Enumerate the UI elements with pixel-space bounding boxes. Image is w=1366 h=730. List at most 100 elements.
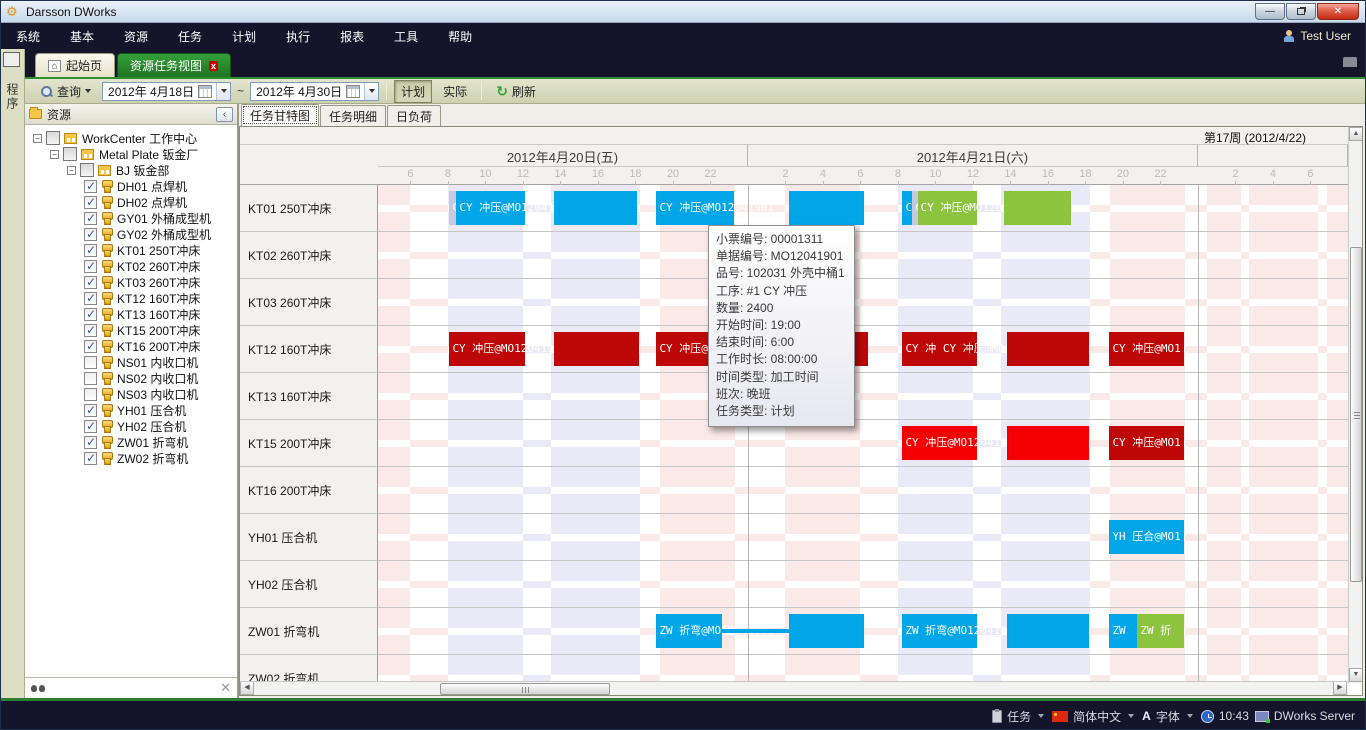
task-bar[interactable]: CY 冲 CY 冲压@MO12041904: [902, 332, 977, 366]
task-bar[interactable]: [1007, 614, 1090, 648]
tree-item[interactable]: −WorkCenter 工作中心: [25, 130, 237, 146]
tree-item[interactable]: DH01 点焊机: [25, 178, 237, 194]
tree-item[interactable]: KT16 200T冲床: [25, 338, 237, 354]
vertical-scrollbar[interactable]: ▲ ▼: [1348, 127, 1362, 683]
menu-item-工具[interactable]: 工具: [379, 30, 433, 44]
view-tab-任务甘特图[interactable]: 任务甘特图: [241, 104, 319, 126]
tree-item[interactable]: KT03 260T冲床: [25, 274, 237, 290]
resource-checkbox[interactable]: [84, 308, 97, 321]
tree-item[interactable]: GY02 外桶成型机: [25, 226, 237, 242]
node-checkbox[interactable]: [63, 147, 77, 161]
task-bar[interactable]: CY 冲压@MO1: [1109, 332, 1184, 366]
scroll-right-icon[interactable]: ▶: [1333, 682, 1347, 695]
horizontal-scroll-thumb[interactable]: [440, 683, 610, 695]
tab-close-icon[interactable]: x: [209, 61, 218, 71]
task-bar[interactable]: ZW 折弯@MO12041901: [656, 614, 722, 648]
resource-row-label[interactable]: KT15 200T冲床: [240, 420, 378, 467]
tree-item[interactable]: DH02 点焊机: [25, 194, 237, 210]
date-to-field[interactable]: 2012年 4月30日: [250, 82, 379, 101]
tab-resource-task-view[interactable]: 资源任务视图 x: [117, 53, 231, 77]
tree-item[interactable]: KT13 160T冲床: [25, 306, 237, 322]
resource-checkbox[interactable]: [84, 388, 97, 401]
task-bar[interactable]: CY 冲压@MO12041902: [918, 191, 977, 225]
view-tab-日负荷[interactable]: 日负荷: [387, 105, 441, 126]
resource-checkbox[interactable]: [84, 292, 97, 305]
horizontal-scrollbar[interactable]: ◀ ▶: [240, 681, 1348, 695]
resource-checkbox[interactable]: [84, 180, 97, 193]
calendar-icon[interactable]: [346, 85, 360, 98]
task-bar[interactable]: ZW 折: [1137, 614, 1184, 648]
find-icon[interactable]: [31, 683, 45, 693]
task-bar[interactable]: CY 冲压@MO12041903: [902, 426, 977, 460]
task-bar[interactable]: [789, 614, 864, 648]
resource-checkbox[interactable]: [84, 196, 97, 209]
task-bar[interactable]: C: [902, 191, 912, 225]
menu-item-资源[interactable]: 资源: [109, 30, 163, 44]
actual-toggle-button[interactable]: 实际: [436, 80, 474, 103]
tree-item[interactable]: KT01 250T冲床: [25, 242, 237, 258]
task-bar[interactable]: CY 冲压@MO12041904: [449, 332, 525, 366]
tree-item[interactable]: YH01 压合机: [25, 402, 237, 418]
resource-checkbox[interactable]: [84, 212, 97, 225]
clear-filter-icon[interactable]: ✕: [220, 680, 231, 696]
tree-item[interactable]: ZW01 折弯机: [25, 434, 237, 450]
resource-row-label[interactable]: KT16 200T冲床: [240, 467, 378, 514]
calendar-icon[interactable]: [198, 85, 212, 98]
view-tab-任务明细[interactable]: 任务明细: [320, 105, 386, 126]
menu-item-任务[interactable]: 任务: [163, 30, 217, 44]
resource-row-label[interactable]: ZW02 折弯机: [240, 655, 378, 683]
task-bar[interactable]: CY 冲压@MO1: [1109, 426, 1184, 460]
refresh-button[interactable]: ↻ 刷新: [489, 80, 543, 103]
resource-row-label[interactable]: YH01 压合机: [240, 514, 378, 561]
tree-item[interactable]: YH02 压合机: [25, 418, 237, 434]
plan-toggle-button[interactable]: 计划: [394, 80, 432, 103]
scroll-up-icon[interactable]: ▲: [1349, 127, 1363, 141]
status-task-menu[interactable]: 任务: [992, 708, 1046, 725]
resource-checkbox[interactable]: [84, 340, 97, 353]
menu-item-报表[interactable]: 报表: [325, 30, 379, 44]
task-bar[interactable]: [554, 191, 637, 225]
tree-item[interactable]: GY01 外桶成型机: [25, 210, 237, 226]
menu-item-执行[interactable]: 执行: [271, 30, 325, 44]
resource-row-label[interactable]: KT01 250T冲床: [240, 185, 378, 232]
status-font-menu[interactable]: A 字体: [1142, 708, 1195, 725]
resource-checkbox[interactable]: [84, 276, 97, 289]
tree-item[interactable]: KT12 160T冲床: [25, 290, 237, 306]
scroll-left-icon[interactable]: ◀: [240, 682, 254, 695]
resource-checkbox[interactable]: [84, 244, 97, 257]
tab-home[interactable]: ⌂ 起始页: [35, 53, 115, 77]
program-side-strip[interactable]: 程序: [1, 49, 25, 698]
collapse-panel-button[interactable]: ‹: [216, 107, 233, 122]
resource-checkbox[interactable]: [84, 436, 97, 449]
resource-checkbox[interactable]: [84, 420, 97, 433]
task-bar[interactable]: [1007, 426, 1090, 460]
vertical-scroll-thumb[interactable]: [1350, 247, 1362, 582]
date-from-field[interactable]: 2012年 4月18日: [102, 82, 231, 101]
task-bar[interactable]: CY 冲压@MO12041901: [456, 191, 525, 225]
collapse-node-icon[interactable]: −: [33, 134, 42, 143]
tree-item[interactable]: ZW02 折弯机: [25, 450, 237, 466]
restore-button[interactable]: [1286, 3, 1316, 20]
collapse-node-icon[interactable]: −: [50, 150, 59, 159]
resource-row-label[interactable]: YH02 压合机: [240, 561, 378, 608]
task-bar[interactable]: [722, 629, 789, 633]
tree-item[interactable]: NS01 内收口机: [25, 354, 237, 370]
resource-row-label[interactable]: ZW01 折弯机: [240, 608, 378, 655]
collapse-node-icon[interactable]: −: [67, 166, 76, 175]
resource-checkbox[interactable]: [84, 228, 97, 241]
task-bar[interactable]: ZW 折弯@MO12041901: [902, 614, 977, 648]
tree-item[interactable]: NS03 内收口机: [25, 386, 237, 402]
task-bar[interactable]: CY 冲压@MO12041901: [656, 191, 734, 225]
resource-checkbox[interactable]: [84, 404, 97, 417]
task-bar[interactable]: ZW: [1109, 614, 1137, 648]
resource-checkbox[interactable]: [84, 356, 97, 369]
close-button[interactable]: ✕: [1317, 3, 1359, 20]
resource-row-label[interactable]: KT12 160T冲床: [240, 326, 378, 373]
date-to-dropdown[interactable]: [364, 83, 378, 100]
minimize-button[interactable]: —: [1255, 3, 1285, 20]
menu-item-系统[interactable]: 系统: [1, 30, 55, 44]
menu-item-帮助[interactable]: 帮助: [433, 30, 487, 44]
node-checkbox[interactable]: [80, 163, 94, 177]
tree-item[interactable]: KT02 260T冲床: [25, 258, 237, 274]
resource-row-label[interactable]: KT13 160T冲床: [240, 373, 378, 420]
